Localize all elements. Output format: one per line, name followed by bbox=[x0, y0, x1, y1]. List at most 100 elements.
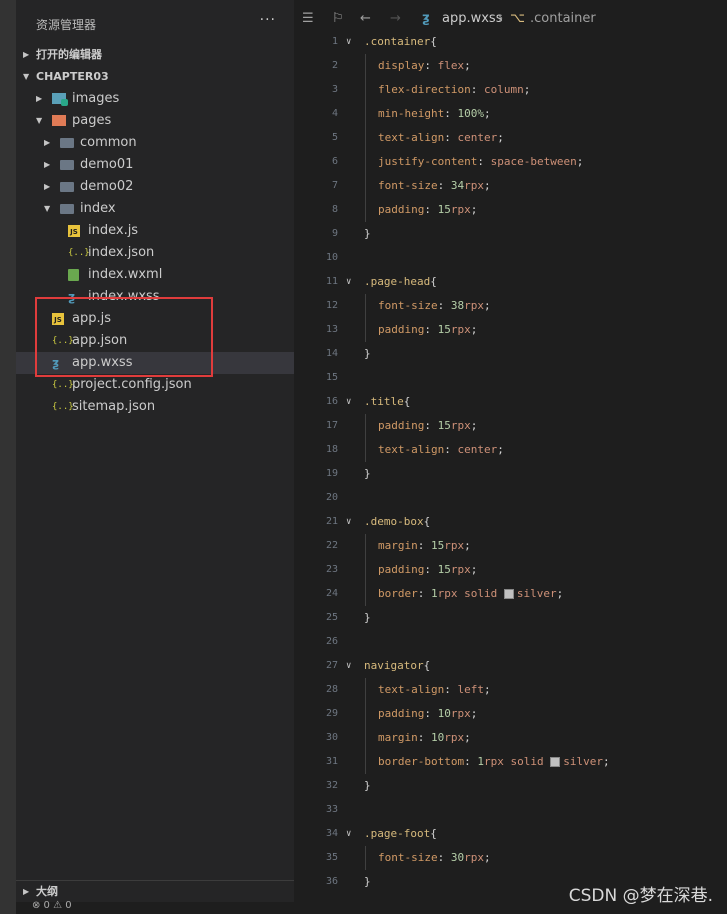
code-line[interactable]: 11 ∨ .page-head{ bbox=[294, 270, 727, 294]
fold-chevron-icon[interactable]: ∨ bbox=[346, 510, 351, 534]
chevron-right-icon[interactable]: ▶ bbox=[44, 132, 50, 154]
tree-item-app-wxss[interactable]: ƺ app.wxss bbox=[16, 352, 294, 374]
tree-item-index-wxml[interactable]: index.wxml bbox=[16, 264, 294, 286]
color-swatch[interactable] bbox=[503, 589, 514, 599]
tree-item-images[interactable]: ▶ images bbox=[16, 88, 294, 110]
code-line[interactable]: 26 bbox=[294, 630, 727, 654]
code-token-prop: font-size bbox=[378, 179, 438, 192]
code-token-punc: ; bbox=[470, 563, 478, 576]
code-token-punc: : bbox=[477, 155, 491, 168]
tree-item-app-js[interactable]: JS app.js bbox=[16, 308, 294, 330]
code-line[interactable]: 4 min-height: 100%; bbox=[294, 102, 727, 126]
code-line[interactable]: 14} bbox=[294, 342, 727, 366]
code-line[interactable]: 25} bbox=[294, 606, 727, 630]
code-token-punc: ; bbox=[483, 683, 491, 696]
code-line[interactable]: 27 ∨ navigator{ bbox=[294, 654, 727, 678]
code-text: padding: 15rpx; bbox=[378, 318, 477, 342]
code-line[interactable]: 9} bbox=[294, 222, 727, 246]
code-line[interactable]: 10 bbox=[294, 246, 727, 270]
tree-item-app-json[interactable]: {..} app.json bbox=[16, 330, 294, 352]
code-line[interactable]: 31 border-bottom: 1rpx solid silver; bbox=[294, 750, 727, 774]
line-number: 15 bbox=[325, 372, 338, 383]
chevron-right-icon[interactable]: ▶ bbox=[44, 154, 50, 176]
code-line[interactable]: 7 font-size: 34rpx; bbox=[294, 174, 727, 198]
code-token-num: 15 bbox=[431, 539, 445, 552]
js-file-icon: JS bbox=[52, 313, 64, 325]
breadcrumb-file[interactable]: app.wxss bbox=[442, 11, 502, 26]
forward-arrow-icon[interactable]: → bbox=[390, 11, 401, 26]
code-line[interactable]: 23 padding: 15rpx; bbox=[294, 558, 727, 582]
chevron-right-icon[interactable]: ▶ bbox=[36, 88, 42, 110]
code-line[interactable]: 13 padding: 15rpx; bbox=[294, 318, 727, 342]
code-line[interactable]: 19} bbox=[294, 462, 727, 486]
code-line[interactable]: 29 padding: 10rpx; bbox=[294, 702, 727, 726]
code-token-prop: text-align bbox=[378, 683, 445, 696]
code-token-punc: : bbox=[470, 83, 484, 96]
tree-item-label: project.config.json bbox=[72, 377, 192, 392]
problems-status[interactable]: ⊗ 0 ⚠ 0 bbox=[16, 900, 294, 914]
code-line[interactable]: 8 padding: 15rpx; bbox=[294, 198, 727, 222]
code-line[interactable]: 22 margin: 15rpx; bbox=[294, 534, 727, 558]
code-line[interactable]: 16 ∨ .title{ bbox=[294, 390, 727, 414]
code-line[interactable]: 33 bbox=[294, 798, 727, 822]
line-number: 34 bbox=[325, 828, 338, 839]
code-token-val: silver bbox=[563, 755, 603, 768]
tree-item-project-config-json[interactable]: {..} project.config.json bbox=[16, 374, 294, 396]
code-line[interactable]: 5 text-align: center; bbox=[294, 126, 727, 150]
tree-item-demo01[interactable]: ▶ demo01 bbox=[16, 154, 294, 176]
open-editors-section[interactable]: ▶ 打开的编辑器 bbox=[16, 44, 294, 66]
list-icon[interactable]: ☰ bbox=[302, 11, 314, 26]
code-line[interactable]: 28 text-align: left; bbox=[294, 678, 727, 702]
code-line[interactable]: 3 flex-direction: column; bbox=[294, 78, 727, 102]
code-line[interactable]: 34 ∨ .page-foot{ bbox=[294, 822, 727, 846]
line-number: 25 bbox=[325, 612, 338, 623]
code-token-sel: .container bbox=[364, 35, 431, 48]
chevron-down-icon[interactable]: ▼ bbox=[36, 110, 42, 132]
code-line[interactable]: 30 margin: 10rpx; bbox=[294, 726, 727, 750]
code-line[interactable]: 24 border: 1rpx solid silver; bbox=[294, 582, 727, 606]
more-actions-button[interactable]: ··· bbox=[260, 12, 276, 28]
code-line[interactable]: 12 font-size: 38rpx; bbox=[294, 294, 727, 318]
code-text: padding: 15rpx; bbox=[378, 558, 477, 582]
code-token-prop: margin bbox=[378, 731, 418, 744]
tree-item-label: index.wxml bbox=[88, 267, 163, 282]
fold-chevron-icon[interactable]: ∨ bbox=[346, 390, 351, 414]
js-file-icon: JS bbox=[68, 225, 80, 237]
tree-item-pages[interactable]: ▼ pages bbox=[16, 110, 294, 132]
bookmark-icon[interactable]: ⚐ bbox=[332, 11, 344, 26]
code-line[interactable]: 2 display: flex; bbox=[294, 54, 727, 78]
tree-item-index-js[interactable]: JS index.js bbox=[16, 220, 294, 242]
tree-item-index-wxss[interactable]: ƺ index.wxss bbox=[16, 286, 294, 308]
tree-item-demo02[interactable]: ▶ demo02 bbox=[16, 176, 294, 198]
code-line[interactable]: 18 text-align: center; bbox=[294, 438, 727, 462]
tree-item-sitemap-json[interactable]: {..} sitemap.json bbox=[16, 396, 294, 418]
code-line[interactable]: 1 ∨ .container{ bbox=[294, 30, 727, 54]
explorer-title: 资源管理器 bbox=[36, 18, 97, 32]
fold-chevron-icon[interactable]: ∨ bbox=[346, 30, 351, 54]
code-line[interactable]: 6 justify-content: space-between; bbox=[294, 150, 727, 174]
explorer-sidebar: 资源管理器 ··· ▶ 打开的编辑器 ▼ CHAPTER03 ▶ images ▼ p… bbox=[16, 0, 294, 914]
code-line[interactable]: 20 bbox=[294, 486, 727, 510]
chevron-down-icon[interactable]: ▼ bbox=[44, 198, 50, 220]
project-section[interactable]: ▼ CHAPTER03 bbox=[16, 66, 294, 88]
code-line[interactable]: 32} bbox=[294, 774, 727, 798]
code-token-val: left bbox=[457, 683, 484, 696]
tree-item-index-json[interactable]: {..} index.json bbox=[16, 242, 294, 264]
fold-chevron-icon[interactable]: ∨ bbox=[346, 654, 351, 678]
code-token-num: 15 bbox=[437, 419, 451, 432]
code-token-sel: .page-foot bbox=[364, 827, 431, 840]
tree-item-label: demo01 bbox=[80, 157, 134, 172]
code-line[interactable]: 15 bbox=[294, 366, 727, 390]
tree-item-index[interactable]: ▼ index bbox=[16, 198, 294, 220]
code-editor[interactable]: ☰ ⚐ ← → ƺ app.wxss › ⌥ .container 1 ∨ .con… bbox=[294, 0, 727, 914]
back-arrow-icon[interactable]: ← bbox=[360, 11, 371, 26]
code-line[interactable]: 21 ∨ .demo-box{ bbox=[294, 510, 727, 534]
code-line[interactable]: 35 font-size: 30rpx; bbox=[294, 846, 727, 870]
tree-item-common[interactable]: ▶ common bbox=[16, 132, 294, 154]
breadcrumb-symbol[interactable]: .container bbox=[530, 11, 596, 26]
code-line[interactable]: 17 padding: 15rpx; bbox=[294, 414, 727, 438]
color-swatch[interactable] bbox=[550, 757, 561, 767]
fold-chevron-icon[interactable]: ∨ bbox=[346, 822, 351, 846]
fold-chevron-icon[interactable]: ∨ bbox=[346, 270, 351, 294]
chevron-right-icon[interactable]: ▶ bbox=[44, 176, 50, 198]
